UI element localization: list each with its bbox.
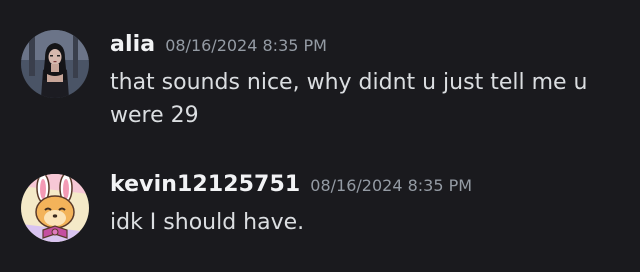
username[interactable]: alia [110, 32, 155, 57]
timestamp: 08/16/2024 8:35 PM [165, 36, 327, 55]
message-header: alia 08/16/2024 8:35 PM [110, 32, 327, 57]
timestamp: 08/16/2024 8:35 PM [310, 176, 473, 195]
message-text: idk I should have. [110, 210, 305, 235]
message-header: kevin12125751 08/16/2024 8:35 PM [110, 172, 472, 197]
avatar[interactable] [21, 174, 89, 242]
username[interactable]: kevin12125751 [110, 172, 300, 197]
message-text: that sounds nice, why didnt u just tell … [110, 70, 588, 128]
avatar[interactable] [21, 30, 89, 98]
chat-message-list: alia 08/16/2024 8:35 PM that sounds nice,… [0, 0, 640, 272]
user-photo-avatar-icon [21, 30, 89, 98]
cartoon-bunny-avatar-icon [21, 174, 89, 242]
